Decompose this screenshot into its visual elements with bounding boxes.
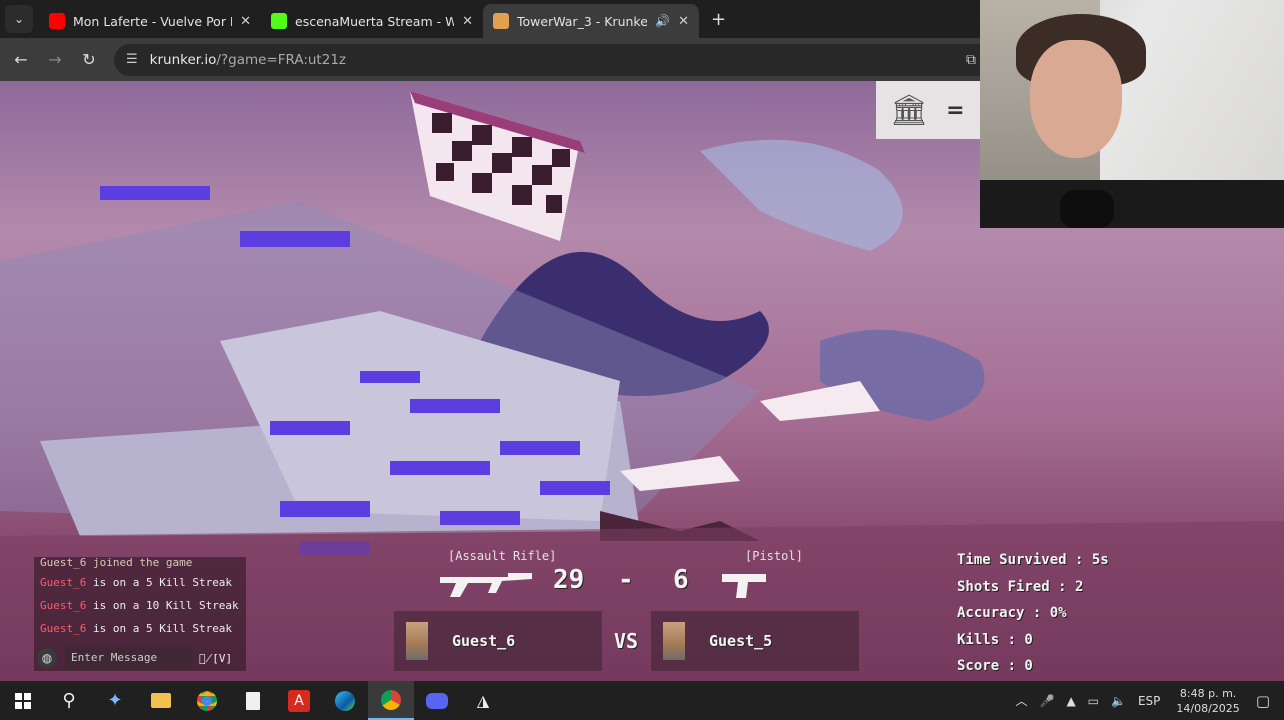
address-bar[interactable]: ☰ krunker.io/?game=FRA:ut21z ⧉	[114, 43, 994, 76]
chat-input-row: ◍ Enter Message 🎙̸[V]	[34, 645, 246, 671]
drive-icon[interactable]: ▲	[1066, 694, 1075, 708]
globe-icon[interactable]: ◍	[37, 648, 57, 668]
windows-start-icon[interactable]	[0, 681, 46, 720]
close-icon[interactable]: ✕	[678, 14, 689, 29]
new-tab-icon[interactable]: +	[711, 9, 726, 30]
avatar	[406, 622, 428, 660]
stat-shots-fired: Shots Fired : 2	[957, 578, 1084, 595]
edge-icon[interactable]	[322, 681, 368, 720]
acrobat-icon[interactable]: A	[276, 681, 322, 720]
chat-text: is on a 5 Kill Streak	[86, 576, 233, 589]
url-path: /?game=FRA:ut21z	[216, 51, 346, 68]
notepad-icon[interactable]	[230, 681, 276, 720]
chat-input[interactable]: Enter Message	[65, 647, 193, 669]
vs-label: VS	[614, 629, 639, 653]
system-tray: ︿ 🎤 ▲ ▭ 🔈 ESP 8:48 p. m. 14/08/2025 ▢	[1009, 686, 1284, 716]
chat-message: Guest_6 is on a 10 Kill Streak	[34, 594, 246, 617]
webcam-overlay	[980, 0, 1284, 228]
right-player-name: Guest_5	[709, 632, 773, 650]
stat-accuracy: Accuracy : 0%	[957, 605, 1067, 621]
copilot-icon[interactable]: ✦	[92, 681, 138, 720]
cloud-1	[760, 381, 880, 421]
chat-text: is on a 5 Kill Streak	[86, 622, 233, 635]
discord-icon[interactable]	[414, 681, 460, 720]
reload-icon[interactable]: ↻	[72, 50, 106, 69]
site-info-icon[interactable]: ☰	[126, 52, 138, 67]
clock[interactable]: 8:48 p. m. 14/08/2025	[1176, 686, 1239, 716]
chevron-up-icon[interactable]: ︿	[1015, 692, 1027, 709]
close-icon[interactable]: ✕	[240, 14, 251, 29]
file-explorer-icon[interactable]	[138, 681, 184, 720]
stat-kills: Kills : 0	[957, 631, 1033, 648]
mute-key-label: [V]	[212, 651, 233, 665]
back-icon[interactable]: ←	[4, 50, 38, 69]
right-weapon-label: [Pistol]	[745, 549, 803, 563]
taskbar: ⚲ ✦ A ◮ ︿ 🎤 ▲ ▭ 🔈 ESP 8:48 p. m. 14/08/2…	[0, 681, 1284, 720]
mic-muted-icon: 🎙̸	[199, 651, 213, 665]
speaker-icon[interactable]: 🔊	[655, 14, 670, 28]
search-icon[interactable]: ⚲	[46, 681, 92, 720]
network-icon[interactable]: ▭	[1088, 694, 1099, 708]
stat-score: Score : 0	[957, 658, 1033, 674]
tab-title: Mon Laferte - Vuelve Por Favor	[73, 13, 232, 29]
left-weapon-label: [Assault Rifle]	[448, 549, 557, 563]
clock-date: 14/08/2025	[1176, 701, 1240, 715]
chrome-active-icon[interactable]	[368, 681, 414, 720]
cast-icon[interactable]: ⧉	[966, 52, 976, 68]
bank-equals: =	[946, 97, 965, 123]
pistol-icon	[722, 574, 766, 598]
close-icon[interactable]: ✕	[462, 14, 473, 29]
krunker-icon	[493, 13, 509, 29]
right-score: 6	[673, 565, 689, 595]
webcam-microphone	[1060, 190, 1114, 228]
chat-system-line: Guest_6 joined the game	[40, 557, 193, 569]
bank-icon: 🏛	[890, 92, 929, 128]
tab-search-button[interactable]: ⌄	[5, 5, 33, 33]
chat-username: Guest_6	[40, 599, 87, 612]
tab-title: TowerWar_3 - Krunker	[517, 13, 648, 29]
url-host: krunker.io	[149, 51, 217, 68]
tab-kick[interactable]: escenaMuerta Stream - Watch L ✕	[261, 6, 483, 36]
youtube-icon	[49, 13, 65, 29]
left-player-card: Guest_6	[394, 611, 602, 671]
chat-text: is on a 10 Kill Streak	[86, 599, 239, 612]
clock-time: 8:48 p. m.	[1179, 686, 1237, 700]
stats-panel: Time Survived : 5s Shots Fired : 2 Accur…	[957, 547, 1109, 680]
stat-time-survived: Time Survived : 5s	[957, 552, 1109, 568]
webcam-face	[1030, 40, 1122, 158]
assault-rifle-icon	[440, 573, 532, 597]
left-score: 29	[553, 565, 585, 595]
chat-message: Guest_6 is on a 5 Kill Streak	[34, 617, 246, 640]
chat-username: Guest_6	[40, 576, 87, 589]
notifications-icon[interactable]: ▢	[1256, 692, 1270, 710]
voice-mute-toggle[interactable]: 🎙̸[V]	[199, 652, 232, 665]
microphone-icon[interactable]: 🎤	[1039, 694, 1054, 708]
chat-username: Guest_6	[40, 622, 87, 635]
score-separator: -	[618, 565, 634, 595]
chat-message: Guest_6 is on a 5 Kill Streak	[34, 571, 246, 594]
forward-icon[interactable]: →	[38, 50, 72, 69]
volume-icon[interactable]: 🔈	[1111, 694, 1126, 708]
capcut-icon[interactable]: ◮	[460, 681, 506, 720]
tab-youtube[interactable]: Mon Laferte - Vuelve Por Favor ✕	[39, 6, 261, 36]
language-indicator[interactable]: ESP	[1138, 694, 1160, 708]
bank-widget[interactable]: 🏛 =	[876, 81, 980, 139]
sky-cloud-blue	[700, 139, 903, 251]
tab-title: escenaMuerta Stream - Watch L	[295, 13, 455, 29]
chrome-icon[interactable]	[184, 681, 230, 720]
tab-krunker[interactable]: TowerWar_3 - Krunker 🔊 ✕	[483, 4, 699, 38]
kick-icon	[271, 13, 287, 29]
right-player-card: Guest_5	[651, 611, 859, 671]
avatar	[663, 622, 685, 660]
webcam-shirt	[980, 180, 1284, 228]
left-player-name: Guest_6	[452, 632, 516, 650]
